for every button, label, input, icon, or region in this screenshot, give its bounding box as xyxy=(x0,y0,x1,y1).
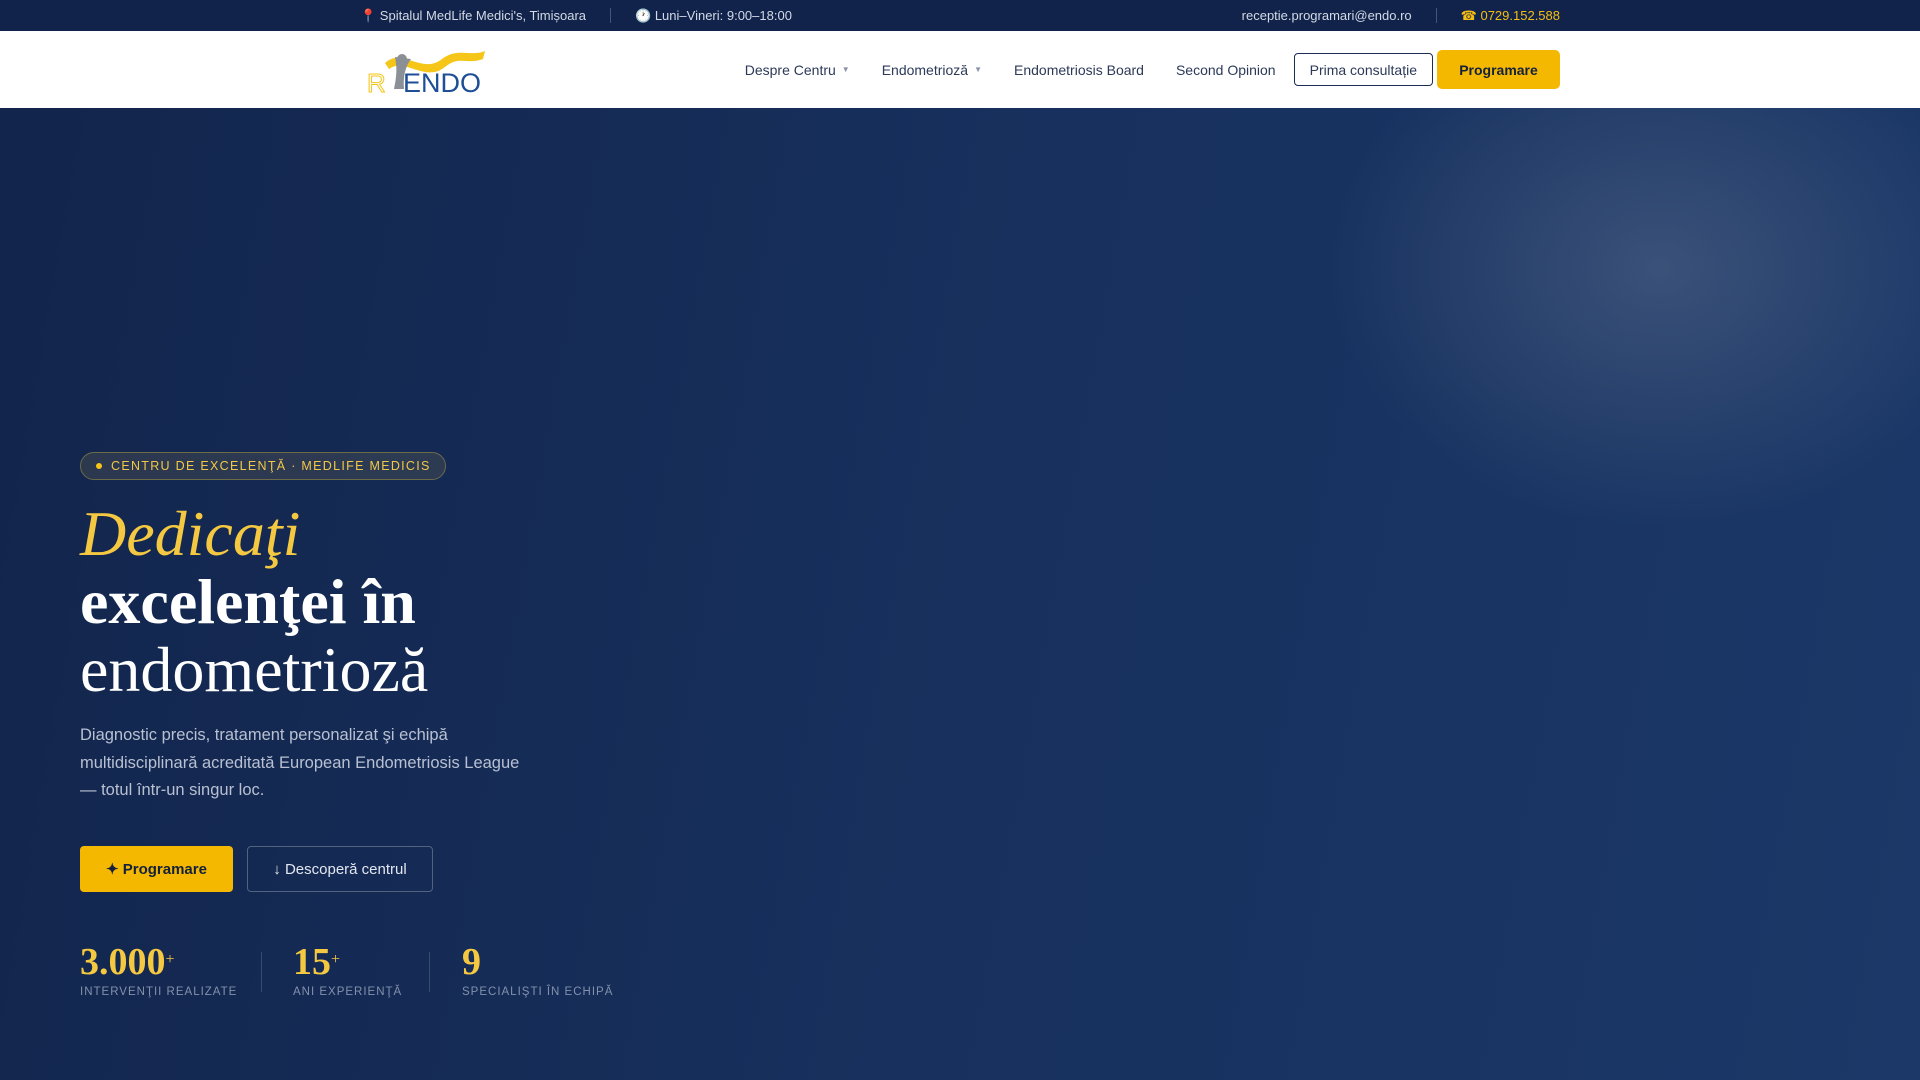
hero-title: Dedicaţi excelenţei în endometrioză xyxy=(80,500,428,704)
excellence-badge: CENTRU DE EXCELENŢĂ · MEDLIFE MEDICIS xyxy=(80,452,446,480)
stat-specialists: 9 SPECIALIŞTI ÎN ECHIPĂ xyxy=(462,942,613,998)
nav-second-opinion[interactable]: Second Opinion xyxy=(1176,62,1276,78)
svg-text:R: R xyxy=(367,68,386,95)
prima-consultatie-button[interactable]: Prima consultație xyxy=(1293,53,1433,86)
programare-button[interactable]: Programare xyxy=(1437,50,1560,89)
stat-interventions: 3.000+ INTERVENŢII REALIZATE xyxy=(80,942,237,998)
hero-description: Diagnostic precis, tratament personaliza… xyxy=(80,726,520,799)
chevron-down-icon: ▼ xyxy=(974,65,983,74)
stat-label: INTERVENŢII REALIZATE xyxy=(80,986,238,998)
stat-label: SPECIALIŞTI ÎN ECHIPĂ xyxy=(462,986,614,998)
stat-value: 3.000 xyxy=(80,941,166,983)
stat-value: 15 xyxy=(293,941,331,983)
divider xyxy=(261,952,262,992)
roendo-logo[interactable]: R ENDO xyxy=(367,45,487,95)
nav-despre-centru[interactable]: Despre Centru ▼ xyxy=(745,62,850,78)
divider xyxy=(1435,8,1437,23)
main-navigation: R ENDO Despre Centru ▼ Endometrioză ▼ Endo… xyxy=(0,31,1920,108)
chevron-down-icon: ▼ xyxy=(841,65,850,74)
stat-label: ANI EXPERIENŢĂ xyxy=(293,986,403,998)
hero-programare-button[interactable]: ✦ Programare xyxy=(80,846,233,892)
nav-label: Despre Centru xyxy=(744,61,836,78)
hours-text: 🕐 Luni–Vineri: 9:00–18:00 xyxy=(635,7,792,23)
stat-suffix: + xyxy=(165,951,175,968)
top-info-bar: 📍 Spitalul MedLife Medici's, Timișoara 🕐… xyxy=(0,0,1920,31)
email-link[interactable]: receptie.programari@endo.ro xyxy=(1242,8,1412,23)
title-line: excelenţei în xyxy=(80,566,416,637)
nav-endometrioza[interactable]: Endometrioză ▼ xyxy=(882,62,982,78)
badge-label: CENTRU DE EXCELENŢĂ · MEDLIFE MEDICIS xyxy=(111,459,431,473)
divider xyxy=(610,8,612,23)
stat-value: 9 xyxy=(462,941,481,983)
stat-experience: 15+ ANI EXPERIENŢĂ xyxy=(293,942,402,998)
stat-suffix: + xyxy=(331,951,341,968)
discover-center-button[interactable]: ↓ Descoperă centrul xyxy=(247,846,433,892)
svg-text:ENDO: ENDO xyxy=(403,68,481,95)
nav-endometriosis-board[interactable]: Endometriosis Board xyxy=(1014,62,1144,78)
dot-icon xyxy=(96,463,102,469)
hero-section: CENTRU DE EXCELENŢĂ · MEDLIFE MEDICIS De… xyxy=(0,108,1920,1080)
location-text: 📍 Spitalul MedLife Medici's, Timișoara xyxy=(360,7,587,23)
title-line: Dedicaţi xyxy=(80,498,301,569)
divider xyxy=(429,952,430,992)
title-line: endometrioză xyxy=(80,634,429,705)
nav-label: Endometrioză xyxy=(881,61,969,78)
phone-link[interactable]: ☎ 0729.152.588 xyxy=(1461,8,1560,24)
